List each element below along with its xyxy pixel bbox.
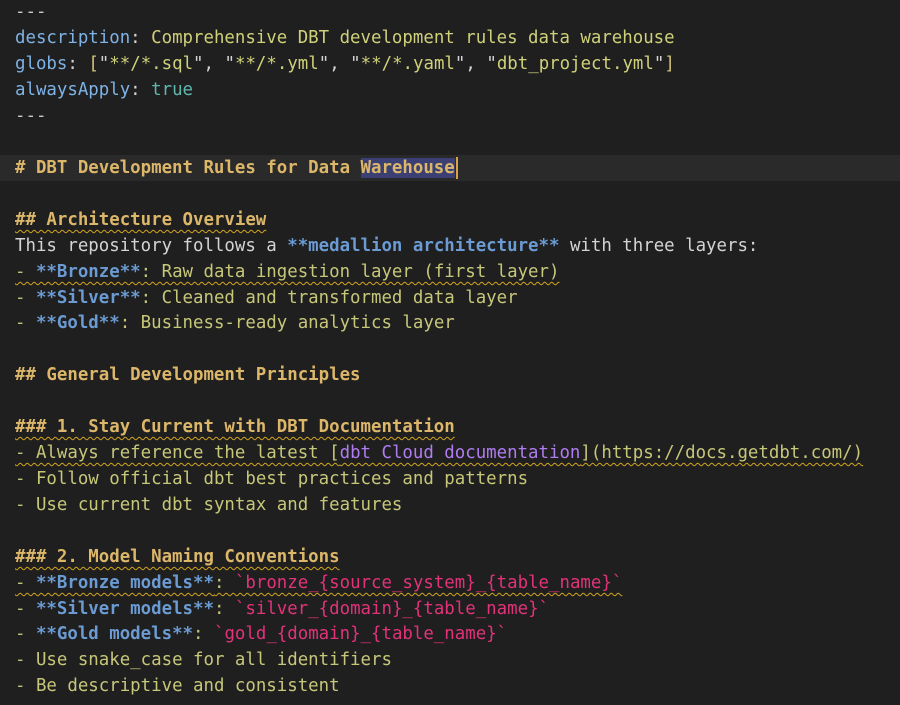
markdown-link-text: dbt Cloud documentation — [339, 443, 581, 463]
section2-item-snake-case: - Use snake_case for all identifiers — [15, 650, 392, 670]
architecture-item-silver: - **Silver**: Cleaned and transformed da… — [15, 288, 518, 308]
frontmatter-globs: globs: ["**/*.sql", "**/*.yml", "**/*.ya… — [15, 54, 675, 74]
principles-heading: ## General Development Principles — [15, 365, 361, 385]
yaml-bool: true — [151, 80, 194, 100]
yaml-value: Comprehensive DBT development rules data… — [151, 28, 675, 48]
section2-item-descriptive: - Be descriptive and consistent — [15, 676, 340, 696]
section1-heading: ### 1. Stay Current with DBT Documentati… — [15, 417, 455, 437]
section2-heading: ### 2. Model Naming Conventions — [15, 547, 340, 567]
architecture-item-gold: - **Gold**: Business-ready analytics lay… — [15, 313, 455, 333]
frontmatter-open: --- — [15, 2, 47, 22]
architecture-item-bronze: - **Bronze**: Raw data ingestion layer (… — [15, 262, 560, 282]
frontmatter-close: --- — [15, 106, 47, 126]
yaml-key: globs — [15, 54, 68, 74]
yaml-key: description — [15, 28, 131, 48]
section1-item-docs: - Always reference the latest [dbt Cloud… — [15, 443, 864, 463]
yaml-key: alwaysApply — [15, 80, 131, 100]
code-editor[interactable]: --- description: Comprehensive DBT devel… — [0, 0, 900, 705]
title-line[interactable]: # DBT Development Rules for Data Warehou… — [0, 155, 900, 181]
architecture-intro: This repository follows a **medallion ar… — [15, 236, 759, 256]
selected-text: Warehouse — [360, 158, 455, 178]
text-cursor — [455, 157, 458, 179]
frontmatter-description: description: Comprehensive DBT developme… — [15, 28, 675, 48]
section2-item-gold: - **Gold models**: `gold_{domain}_{table… — [15, 624, 508, 644]
architecture-heading: ## Architecture Overview — [15, 210, 267, 230]
frontmatter-always-apply: alwaysApply: true — [15, 80, 194, 100]
section1-item-practices: - Follow official dbt best practices and… — [15, 469, 529, 489]
section2-item-silver: - **Silver models**: `silver_{domain}_{t… — [15, 599, 550, 619]
section2-item-bronze: - **Bronze models**: `bronze_{source_sys… — [15, 573, 623, 593]
section1-item-syntax: - Use current dbt syntax and features — [15, 495, 403, 515]
